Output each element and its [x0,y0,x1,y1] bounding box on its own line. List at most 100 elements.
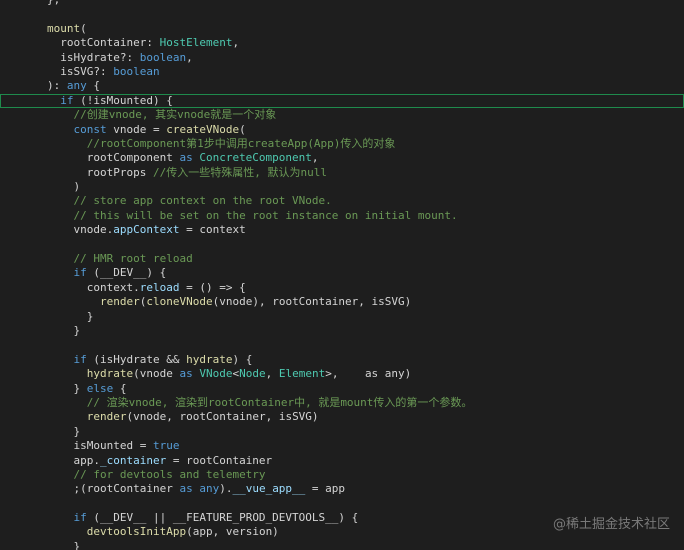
code-token: true [152,439,180,453]
code-token: isHydrate?: [47,50,140,64]
code-line[interactable]: ): any { [0,79,684,93]
code-token: appContext [113,223,180,237]
code-token: ( [239,122,246,136]
current-code-line[interactable]: if (!isMounted) { [0,93,684,109]
code-token: //rootComponent第1步中调用createApp(App)传入的对象 [86,136,396,150]
code-token: Element [278,367,326,381]
code-line[interactable] [0,338,684,352]
code-token: Node [239,367,266,381]
code-token: context. [47,280,140,294]
code-line[interactable]: ) [0,180,684,194]
code-token: (app, version) [186,525,279,539]
code-token: >, as any) [325,367,412,381]
code-token: app. [47,453,100,467]
code-line[interactable]: app._container = rootContainer [0,454,684,468]
code-line[interactable]: ;(rootContainer as any).__vue_app__ = ap… [0,482,684,496]
code-line[interactable]: // store app context on the root VNode. [0,194,684,208]
code-line[interactable]: if (isHydrate && hydrate) { [0,353,684,367]
code-token: boolean [139,50,187,64]
code-token: //传入一些特殊属性, 默认为null [152,165,327,179]
code-line[interactable]: if (__DEV__) { [0,266,684,280]
code-token: ) { [232,352,253,366]
code-line[interactable]: // 渲染vnode, 渲染到rootContainer中, 就是mount传入… [0,396,684,410]
code-token: { [113,381,127,395]
code-token: ConcreteComponent [199,151,312,165]
code-token: , [265,367,279,381]
code-token: (__DEV__ || __FEATURE_PROD_DEVTOOLS__) { [86,511,359,525]
code-line[interactable]: // for devtools and telemetry [0,468,684,482]
code-token: { [86,79,100,93]
code-token: mount [47,21,81,35]
code-line[interactable]: rootProps //传入一些特殊属性, 默认为null [0,166,684,180]
code-token: // for devtools and telemetry [73,467,266,481]
code-line[interactable]: hydrate(vnode as VNode<Node, Element>, a… [0,367,684,381]
code-token: (vnode), rootContainer, isSVG) [212,295,412,309]
code-token: as [179,482,193,496]
code-token: //创建vnode, 其实vnode就是一个对象 [73,108,277,122]
code-line[interactable]: // this will be set on the root instance… [0,209,684,223]
code-token: __vue_app__ [232,482,306,496]
code-line[interactable] [0,497,684,511]
code-line[interactable]: isSVG?: boolean [0,65,684,79]
code-line[interactable]: //创建vnode, 其实vnode就是一个对象 [0,108,684,122]
code-line[interactable]: isMounted = true [0,439,684,453]
code-line[interactable]: } else { [0,382,684,396]
code-token: ) [47,180,81,194]
code-token: } [47,309,94,323]
code-token: ). [219,482,233,496]
code-token: if [73,352,87,366]
code-token: (isHydrate && [86,352,187,366]
code-token: ;(rootContainer [47,482,180,496]
code-token: (vnode [133,367,180,381]
code-editor[interactable]: }, mount( rootContainer: HostElement, is… [0,0,684,550]
code-line[interactable]: vnode.appContext = context [0,223,684,237]
code-token: = context [179,223,246,237]
code-line[interactable]: } [0,310,684,324]
code-token: }, [47,0,60,6]
code-line[interactable]: } [0,425,684,439]
code-token: if [60,93,74,107]
code-token: , [186,50,193,64]
code-line[interactable] [0,7,684,21]
code-token: (__DEV__) { [86,266,167,280]
code-token: _container [99,453,167,467]
code-token: rootProps [47,165,153,179]
code-line[interactable]: context.reload = () => { [0,281,684,295]
code-token: devtoolsInitApp [86,525,187,539]
code-token: reload [139,280,180,294]
code-line[interactable] [0,238,684,252]
code-token: (!isMounted) { [73,93,173,107]
code-token: , [311,151,319,165]
code-line[interactable]: const vnode = createVNode( [0,123,684,137]
code-line[interactable]: rootContainer: HostElement, [0,36,684,50]
code-lines: }, mount( rootContainer: HostElement, is… [0,0,684,550]
code-line[interactable]: // HMR root reload [0,252,684,266]
code-line[interactable]: //rootComponent第1步中调用createApp(App)传入的对象 [0,137,684,151]
code-line[interactable]: } [0,324,684,338]
code-line[interactable]: } [0,540,684,550]
code-line[interactable]: }, [0,0,684,7]
code-token: vnode. [47,223,114,237]
code-token: const [73,122,107,136]
code-line[interactable]: mount( [0,22,684,36]
code-token: // this will be set on the root instance… [73,208,458,222]
code-token: any [199,482,220,496]
code-line[interactable]: isHydrate?: boolean, [0,51,684,65]
code-token: = rootContainer [166,453,273,467]
code-token: // store app context on the root VNode. [73,194,332,208]
code-line[interactable]: rootComponent as ConcreteComponent, [0,151,684,165]
code-token: cloneVNode [146,295,213,309]
code-token: HostElement [159,36,233,50]
code-line[interactable]: render(cloneVNode(vnode), rootContainer,… [0,295,684,309]
code-token: else [86,381,114,395]
code-token: render [99,295,140,309]
code-line[interactable]: render(vnode, rootContainer, isSVG) [0,410,684,424]
